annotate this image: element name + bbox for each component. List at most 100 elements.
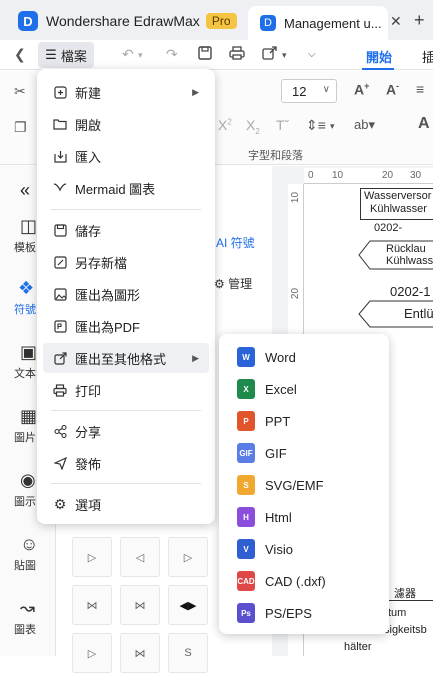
diagram-text: 0202-1	[390, 284, 431, 299]
shape-cell[interactable]: ▷	[72, 633, 112, 673]
menu-item-options[interactable]: ⚙ 選項	[43, 489, 209, 519]
sidebar-item-label: 圖表	[14, 624, 36, 636]
shape-cell[interactable]: ◁	[120, 537, 160, 577]
sticker-icon: ☺	[20, 534, 39, 554]
gear-icon: ⚙	[214, 277, 225, 291]
cut-icon[interactable]: ✂	[14, 83, 26, 100]
shape-cell[interactable]: ◀▶	[168, 585, 208, 625]
subscript-icon[interactable]: X2	[246, 117, 260, 136]
text-case-icon[interactable]: ab▾	[354, 117, 375, 133]
close-tab-icon[interactable]: ✕	[390, 13, 402, 30]
more-icon[interactable]: ⌵	[308, 49, 316, 60]
menu-item-save[interactable]: 儲存	[43, 215, 209, 245]
visio-icon: V	[237, 539, 255, 559]
menu-item-label: 另存新檔	[75, 255, 128, 271]
chart-icon: ↝	[20, 598, 36, 618]
menu-item-export-image[interactable]: 匯出為圖形	[43, 279, 209, 309]
file-menu-label: 檔案	[60, 48, 87, 64]
gif-icon: GIF	[237, 443, 255, 463]
active-tab-indicator	[362, 68, 394, 70]
submenu-item-gif[interactable]: GIF GIF	[225, 438, 383, 468]
submenu-item-word[interactable]: W Word	[225, 342, 383, 372]
html-icon: H	[237, 507, 255, 527]
line-spacing-dropdown-icon[interactable]: ▾	[330, 121, 335, 132]
undo-icon[interactable]: ↶	[122, 46, 134, 63]
pro-badge: Pro	[205, 13, 237, 29]
tab-insert[interactable]: 插	[422, 47, 433, 66]
increase-font-icon[interactable]: A+	[354, 81, 369, 98]
diagram-text: Kühlwass	[386, 255, 433, 267]
superscript-icon[interactable]: X2	[218, 117, 232, 133]
ai-symbols-link[interactable]: AI 符號	[216, 234, 255, 251]
menu-item-label: 儲存	[75, 223, 102, 239]
font-size-value: 12	[292, 84, 307, 99]
submenu-item-svg-emf[interactable]: S SVG/EMF	[225, 470, 383, 500]
redo-icon[interactable]: ↷	[166, 46, 178, 63]
document-title: Management u...	[284, 15, 382, 31]
menu-item-label: 發佈	[75, 456, 102, 472]
submenu-item-ppt[interactable]: P PPT	[225, 406, 383, 436]
sidebar-item-label: 貼圖	[14, 560, 36, 572]
save-icon	[53, 223, 67, 237]
save-icon[interactable]	[198, 46, 212, 63]
line-spacing-icon[interactable]: ⇕≡	[306, 117, 326, 134]
text-format-icon[interactable]: Tˇ	[276, 117, 289, 133]
submenu-item-cad[interactable]: CAD CAD (.dxf)	[225, 566, 383, 596]
file-menu-button[interactable]: ☰ 檔案	[38, 42, 94, 68]
export-icon[interactable]	[262, 46, 278, 63]
gear-icon: ⚙	[53, 495, 67, 512]
diagram-text: tum	[388, 607, 407, 619]
menu-item-save-as[interactable]: 另存新檔	[43, 247, 209, 277]
diagram-text: hälter	[344, 641, 372, 653]
app-tab[interactable]: D Wondershare EdrawMax Pro	[6, 4, 242, 38]
font-color-icon[interactable]: A	[418, 115, 430, 133]
back-icon[interactable]: ❮	[14, 46, 26, 63]
copy-icon[interactable]: ❐	[14, 119, 27, 136]
undo-dropdown-icon[interactable]: ▾	[138, 50, 143, 61]
ruler-tick: 10	[332, 170, 344, 181]
svg-icon: S	[237, 475, 255, 495]
menu-item-new[interactable]: 新建 ▶	[43, 77, 209, 107]
submenu-item-excel[interactable]: X Excel	[225, 374, 383, 404]
submenu-item-visio[interactable]: V Visio	[225, 534, 383, 564]
diagram-text: Wasserversor	[364, 190, 432, 202]
menu-item-share[interactable]: 分享	[43, 416, 209, 446]
menu-item-export-other[interactable]: 匯出至其他格式 ▶	[43, 343, 209, 373]
shape-cell[interactable]: ⋈	[120, 633, 160, 673]
shape-cell[interactable]: S	[168, 633, 208, 673]
export-dropdown-icon[interactable]: ▾	[282, 50, 287, 61]
font-paragraph-group-label: 字型和段落	[248, 150, 303, 162]
menu-item-import[interactable]: 匯入	[43, 141, 209, 171]
new-tab-button[interactable]: +	[414, 10, 425, 31]
submenu-item-ps-eps[interactable]: Ps PS/EPS	[225, 598, 383, 628]
menu-item-mermaid[interactable]: Mermaid 圖表	[43, 173, 209, 203]
document-tab[interactable]: D Management u...	[248, 6, 388, 40]
ruler-tick: 20	[382, 170, 394, 181]
print-icon[interactable]	[229, 46, 245, 63]
shape-cell[interactable]: ▷	[72, 537, 112, 577]
menu-item-publish[interactable]: 發佈	[43, 448, 209, 478]
ruler-tick: 0	[308, 170, 314, 181]
decrease-font-icon[interactable]: A-	[386, 81, 399, 98]
font-size-select[interactable]: 12 ∨	[281, 79, 337, 103]
submenu-item-html[interactable]: H Html	[225, 502, 383, 532]
diagram-text: sigkeitsb	[384, 624, 427, 636]
shape-cell[interactable]: ⋈	[72, 585, 112, 625]
submenu-item-label: SVG/EMF	[265, 477, 324, 493]
shape-cell[interactable]: ⋈	[120, 585, 160, 625]
submenu-item-label: PPT	[265, 413, 291, 429]
align-icon[interactable]: ≡	[416, 81, 424, 97]
menu-item-print[interactable]: 打印	[43, 375, 209, 405]
cad-icon: CAD	[237, 571, 255, 591]
shape-cell[interactable]: ▷	[168, 537, 208, 577]
share-icon	[53, 424, 67, 438]
publish-icon	[53, 456, 67, 470]
sidebar-item-stickers[interactable]: ☺ 貼圖	[0, 534, 56, 573]
sidebar-item-charts[interactable]: ↝ 圖表	[0, 598, 56, 637]
manage-button[interactable]: ⚙ 管理	[214, 275, 252, 292]
menu-item-open[interactable]: 開啟	[43, 109, 209, 139]
tab-home[interactable]: 開始	[366, 47, 392, 66]
chevron-right-icon: ▶	[192, 352, 199, 363]
save-as-icon	[53, 255, 67, 269]
menu-item-export-pdf[interactable]: 匯出為PDF	[43, 311, 209, 341]
